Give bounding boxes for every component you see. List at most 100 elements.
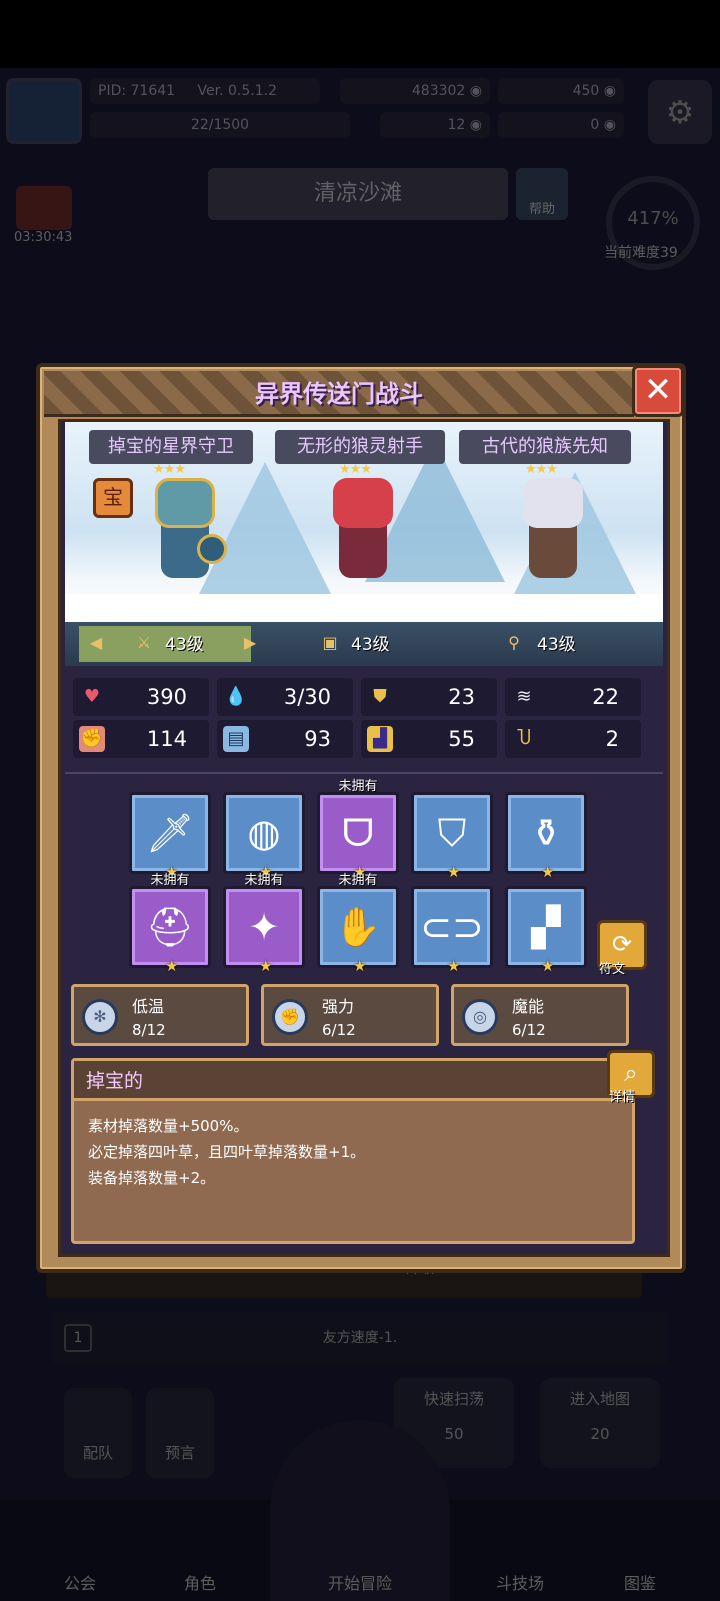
set-bonus-name: 强力 xyxy=(322,997,355,1016)
modal-content: 掉宝的星界守卫 ★★★ 无形的狼灵射手 ★★★ 古代的狼族先知 ★★★ 宝 ◀ … xyxy=(58,419,670,1257)
gem-icon: ◉ xyxy=(603,83,616,99)
coin-icon: ◉ xyxy=(469,83,482,99)
stat-speed-value: 22 xyxy=(592,685,619,709)
horseshoe-icon: Ⴎ xyxy=(516,728,532,749)
equip-ring[interactable]: ⚱ ★ xyxy=(505,792,587,880)
ring-icon: ⚱ xyxy=(530,811,562,855)
enemy-astral-guardian[interactable] xyxy=(137,478,233,598)
equip-necklace[interactable]: 未拥有 ᗜ ★ xyxy=(317,779,399,880)
close-icon[interactable]: ✕ xyxy=(632,365,684,417)
enemy-level-strip: ◀ ⚔ 43级 ▶ ▣ 43级 ⚲ 43级 xyxy=(65,622,663,666)
enter-map-cost: 20 xyxy=(590,1425,610,1443)
equip-boots[interactable]: ▞ ★ xyxy=(505,886,587,974)
equip-armor[interactable]: 未拥有 ✦ ★ xyxy=(223,873,305,974)
fist-icon: ✊ xyxy=(79,726,105,752)
affix-line-2: 必定掉落四叶草，且四叶草掉落数量+1。 xyxy=(88,1143,366,1161)
clover-value: 12 xyxy=(447,117,466,133)
set-bonus-progress: 6/12 xyxy=(322,1021,356,1039)
spellbook-icon: ▤ xyxy=(223,726,249,752)
prophecy-button[interactable]: 预言 xyxy=(146,1388,214,1478)
set-bonus-name: 低温 xyxy=(132,997,165,1016)
stat-luck: Ⴎ 2 xyxy=(505,720,641,758)
start-adventure-button[interactable]: 开始冒险 xyxy=(270,1420,450,1601)
set-bonus-name: 魔能 xyxy=(512,997,545,1016)
equip-star: ★ xyxy=(541,957,555,975)
enemy-stars-3: ★★★ xyxy=(525,462,558,477)
equip-orb[interactable]: ◍ ★ xyxy=(223,792,305,880)
set-bonus-3[interactable]: ◎ 魔能 6/12 xyxy=(451,984,629,1046)
belt-icon: ⊂⊃ xyxy=(420,905,484,949)
divider xyxy=(65,772,663,774)
equip-belt[interactable]: ⊂⊃ ★ xyxy=(411,886,493,974)
enter-map-button[interactable]: 进入地图 20 xyxy=(540,1378,660,1468)
affix-panel: 掉宝的 素材掉落数量+500%。 必定掉落四叶草，且四叶草掉落数量+1。 装备掉… xyxy=(71,1058,635,1244)
heart-icon: ♥ xyxy=(83,686,101,707)
staff-icon: ⚲ xyxy=(508,633,520,652)
enemy-level-1: 43级 xyxy=(165,635,204,655)
portal-battle-modal: 异界传送门战斗 ✕ 掉宝的星界守卫 ★★★ 无形的狼灵射手 ★★★ 古代的狼族先… xyxy=(36,363,686,1273)
clover-counter: 12 ◉ xyxy=(380,112,490,138)
difficulty-label: 当前难度39 xyxy=(604,245,678,261)
avatar[interactable] xyxy=(6,78,82,144)
not-owned-label: 未拥有 xyxy=(150,873,190,888)
equip-gloves[interactable]: 未拥有 ✋ ★ xyxy=(317,873,399,974)
enemy-level-3: 43级 xyxy=(537,635,576,655)
not-owned-label: 未拥有 xyxy=(338,873,378,888)
nav-guild[interactable]: 公会 xyxy=(30,1570,130,1594)
stat-luck-value: 2 xyxy=(605,727,619,751)
gold-value: 483302 xyxy=(411,83,466,99)
enter-map-label: 进入地图 xyxy=(569,1390,630,1408)
stage-name-button[interactable]: 清凉沙滩 xyxy=(208,168,508,220)
book-icon: ▣ xyxy=(322,633,338,652)
modal-title-bar: 异界传送门战斗 xyxy=(44,371,634,417)
nav-arena[interactable]: 斗技场 xyxy=(470,1570,570,1594)
shield-icon: ⛊ xyxy=(373,686,387,707)
prophecy-label: 预言 xyxy=(164,1444,195,1462)
nav-character[interactable]: 角色 xyxy=(150,1570,250,1594)
gift-chest-icon[interactable] xyxy=(16,186,72,230)
help-button[interactable]: 帮助 xyxy=(516,168,568,220)
enemy-wolf-prophet[interactable] xyxy=(505,478,601,598)
affix-header: 掉宝的 xyxy=(74,1061,632,1101)
equip-star: ★ xyxy=(447,957,461,975)
gift-timer: 03:30:43 xyxy=(14,230,73,245)
shield-icon xyxy=(197,534,227,564)
team-label: 配队 xyxy=(82,1444,113,1462)
shoulder-armor-icon: ⛉ xyxy=(437,811,467,855)
pid-text: PID: 71641 xyxy=(98,83,176,99)
set-bonus-progress: 8/12 xyxy=(132,1021,166,1039)
exp-value: 22/1500 xyxy=(190,117,250,133)
boots-icon: ▞ xyxy=(531,905,561,949)
stat-defense: ⛊ 23 xyxy=(361,678,497,716)
equip-helmet[interactable]: 未拥有 ⛑ ★ xyxy=(129,873,211,974)
stat-crit-value: 55 xyxy=(448,727,475,751)
nav-codex[interactable]: 图鉴 xyxy=(590,1570,690,1594)
settings-gear-icon[interactable]: ⚙ xyxy=(648,80,712,144)
stat-attack-value: 114 xyxy=(146,727,187,751)
key-value: 0 xyxy=(590,117,600,133)
not-owned-label: 未拥有 xyxy=(338,779,378,794)
gem-value: 450 xyxy=(572,83,600,99)
crit-icon: ▟ xyxy=(367,726,393,752)
clover-icon: ◉ xyxy=(469,117,482,133)
frost-set-icon: ✻ xyxy=(82,999,118,1035)
help-label: 帮助 xyxy=(528,202,555,217)
set-bonus-1[interactable]: ✻ 低温 8/12 xyxy=(71,984,249,1046)
loot-affix-badge-icon[interactable]: 宝 xyxy=(93,478,133,518)
water-drop-icon: 💧 xyxy=(224,686,248,707)
equip-sword[interactable]: 🗡 ★ xyxy=(129,792,211,880)
set-bonus-2[interactable]: ✊ 强力 6/12 xyxy=(261,984,439,1046)
gold-counter: 483302 ◉ xyxy=(340,78,490,104)
start-adventure-label: 开始冒险 xyxy=(327,1574,392,1593)
equip-shoulder[interactable]: ⛉ ★ xyxy=(411,792,493,880)
wing-icon: ≋ xyxy=(516,686,532,707)
equip-star: ★ xyxy=(447,863,461,881)
top-hud: PID: 71641 Ver. 0.5.1.2 483302 ◉ 450 ◉ 2… xyxy=(0,74,720,144)
speed-note-row: 1 友方速度-1. xyxy=(52,1312,668,1364)
equip-star: ★ xyxy=(541,863,555,881)
team-button[interactable]: 配队 xyxy=(64,1388,132,1478)
snow-ground xyxy=(65,594,663,622)
stat-magic: ▤ 93 xyxy=(217,720,353,758)
equip-star: ★ xyxy=(259,957,273,975)
enemy-wolf-archer[interactable] xyxy=(315,478,411,598)
